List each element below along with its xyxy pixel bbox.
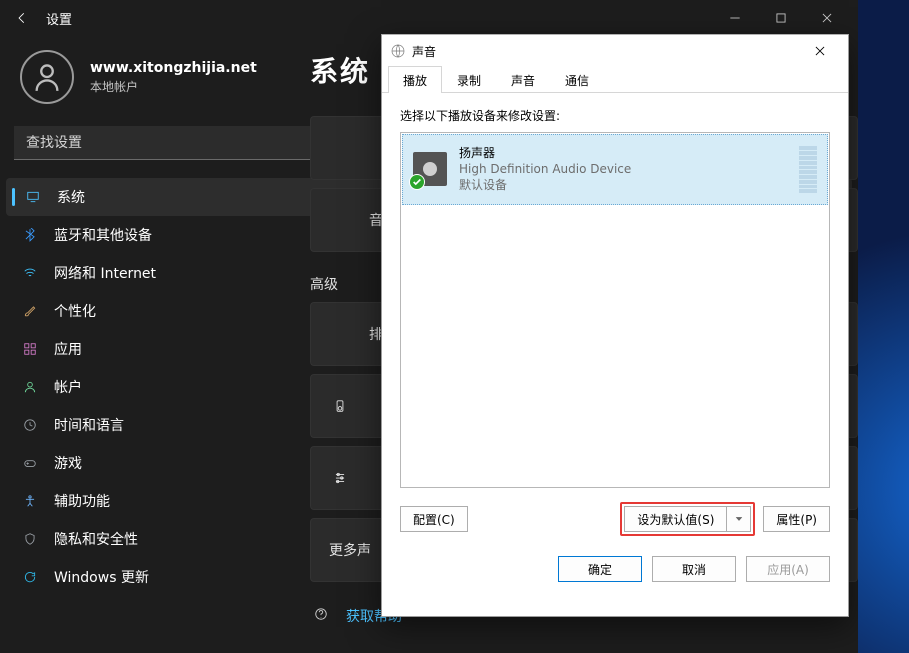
speaker-icon [329, 395, 351, 417]
nav-bluetooth-label: 蓝牙和其他设备 [54, 225, 152, 245]
sound-dialog-close[interactable] [800, 37, 840, 65]
back-button[interactable] [8, 4, 36, 32]
wifi-icon [20, 263, 40, 283]
clock-icon [20, 415, 40, 435]
tab-sounds-label: 声音 [511, 74, 535, 88]
properties-button[interactable]: 属性(P) [763, 506, 830, 532]
cancel-button[interactable]: 取消 [652, 556, 736, 582]
sound-dialog-toolbar: 配置(C) 设为默认值(S) 属性(P) [400, 502, 830, 536]
settings-title: 设置 [46, 9, 72, 28]
user-name: www.xitongzhijia.net [90, 60, 257, 76]
set-default-group: 设为默认值(S) [620, 502, 755, 536]
ok-button[interactable]: 确定 [558, 556, 642, 582]
nav-time-label: 时间和语言 [54, 415, 124, 435]
apply-button[interactable]: 应用(A) [746, 556, 830, 582]
playback-device-row[interactable]: 扬声器 High Definition Audio Device 默认设备 [402, 134, 828, 205]
nav-network-label: 网络和 Internet [54, 263, 156, 283]
avatar [20, 50, 74, 104]
tab-sounds[interactable]: 声音 [496, 66, 550, 93]
sound-dialog: 声音 播放 录制 声音 通信 选择以下播放设备来修改设置: 扬声器 High D… [381, 34, 849, 617]
chevron-down-icon [734, 514, 744, 524]
close-icon [820, 11, 834, 25]
nav-access-label: 辅助功能 [54, 491, 110, 511]
bluetooth-icon [20, 225, 40, 245]
playback-instruction: 选择以下播放设备来修改设置: [400, 107, 830, 124]
nav-game-label: 游戏 [54, 453, 82, 473]
nav-personal-label: 个性化 [54, 301, 96, 321]
speaker-device-icon [413, 152, 447, 186]
sound-dialog-footer: 确定 取消 应用(A) [382, 548, 848, 590]
sound-dialog-title-bar: 声音 [382, 35, 848, 67]
arrow-left-icon [15, 11, 29, 25]
nav-accent-bar [12, 188, 15, 206]
maximize-button[interactable] [758, 2, 804, 34]
system-icon [23, 187, 43, 207]
user-icon [33, 62, 61, 92]
accessibility-icon [20, 491, 40, 511]
minimize-icon [728, 11, 742, 25]
nav-apps-label: 应用 [54, 339, 82, 359]
close-button[interactable] [804, 2, 850, 34]
playback-device-sub: High Definition Audio Device [459, 161, 799, 177]
tab-communications[interactable]: 通信 [550, 66, 604, 93]
nav-update-label: Windows 更新 [54, 567, 149, 587]
sound-dialog-body: 选择以下播放设备来修改设置: 扬声器 High Definition Audio… [382, 93, 848, 548]
playback-device-name: 扬声器 [459, 145, 799, 161]
nav-accounts-label: 帐户 [54, 377, 82, 397]
tab-comm-label: 通信 [565, 74, 589, 88]
volume-icon [329, 209, 351, 231]
brush-icon [20, 301, 40, 321]
tab-playback[interactable]: 播放 [388, 66, 442, 93]
account-icon [20, 377, 40, 397]
vu-meter-icon [799, 145, 817, 193]
trouble-icon [329, 323, 351, 345]
tab-playback-label: 播放 [403, 74, 427, 88]
nav-system-label: 系统 [57, 187, 85, 207]
apps-icon [20, 339, 40, 359]
sound-dialog-title: 声音 [412, 43, 436, 60]
user-sub: 本地帐户 [90, 78, 257, 95]
sound-globe-icon [390, 43, 406, 59]
set-default-dropdown[interactable] [727, 506, 751, 532]
update-icon [20, 567, 40, 587]
tab-recording[interactable]: 录制 [442, 66, 496, 93]
shield-icon [20, 529, 40, 549]
maximize-icon [774, 11, 788, 25]
titlebar: 设置 [0, 0, 858, 36]
playback-device-list[interactable]: 扬声器 High Definition Audio Device 默认设备 [400, 132, 830, 488]
minimize-button[interactable] [712, 2, 758, 34]
desktop-strip [858, 0, 909, 653]
help-icon [314, 607, 328, 625]
close-icon [813, 44, 827, 58]
sound-dialog-tabs: 播放 录制 声音 通信 [382, 67, 848, 93]
configure-button[interactable]: 配置(C) [400, 506, 468, 532]
playback-device-text: 扬声器 High Definition Audio Device 默认设备 [459, 145, 799, 194]
set-default-button[interactable]: 设为默认值(S) [624, 506, 727, 532]
default-check-icon [409, 174, 425, 190]
game-icon [20, 453, 40, 473]
tab-recording-label: 录制 [457, 74, 481, 88]
playback-device-state: 默认设备 [459, 177, 799, 193]
sliders-icon [329, 467, 351, 489]
card-more-label: 更多声 [329, 540, 371, 560]
nav-privacy-label: 隐私和安全性 [54, 529, 138, 549]
